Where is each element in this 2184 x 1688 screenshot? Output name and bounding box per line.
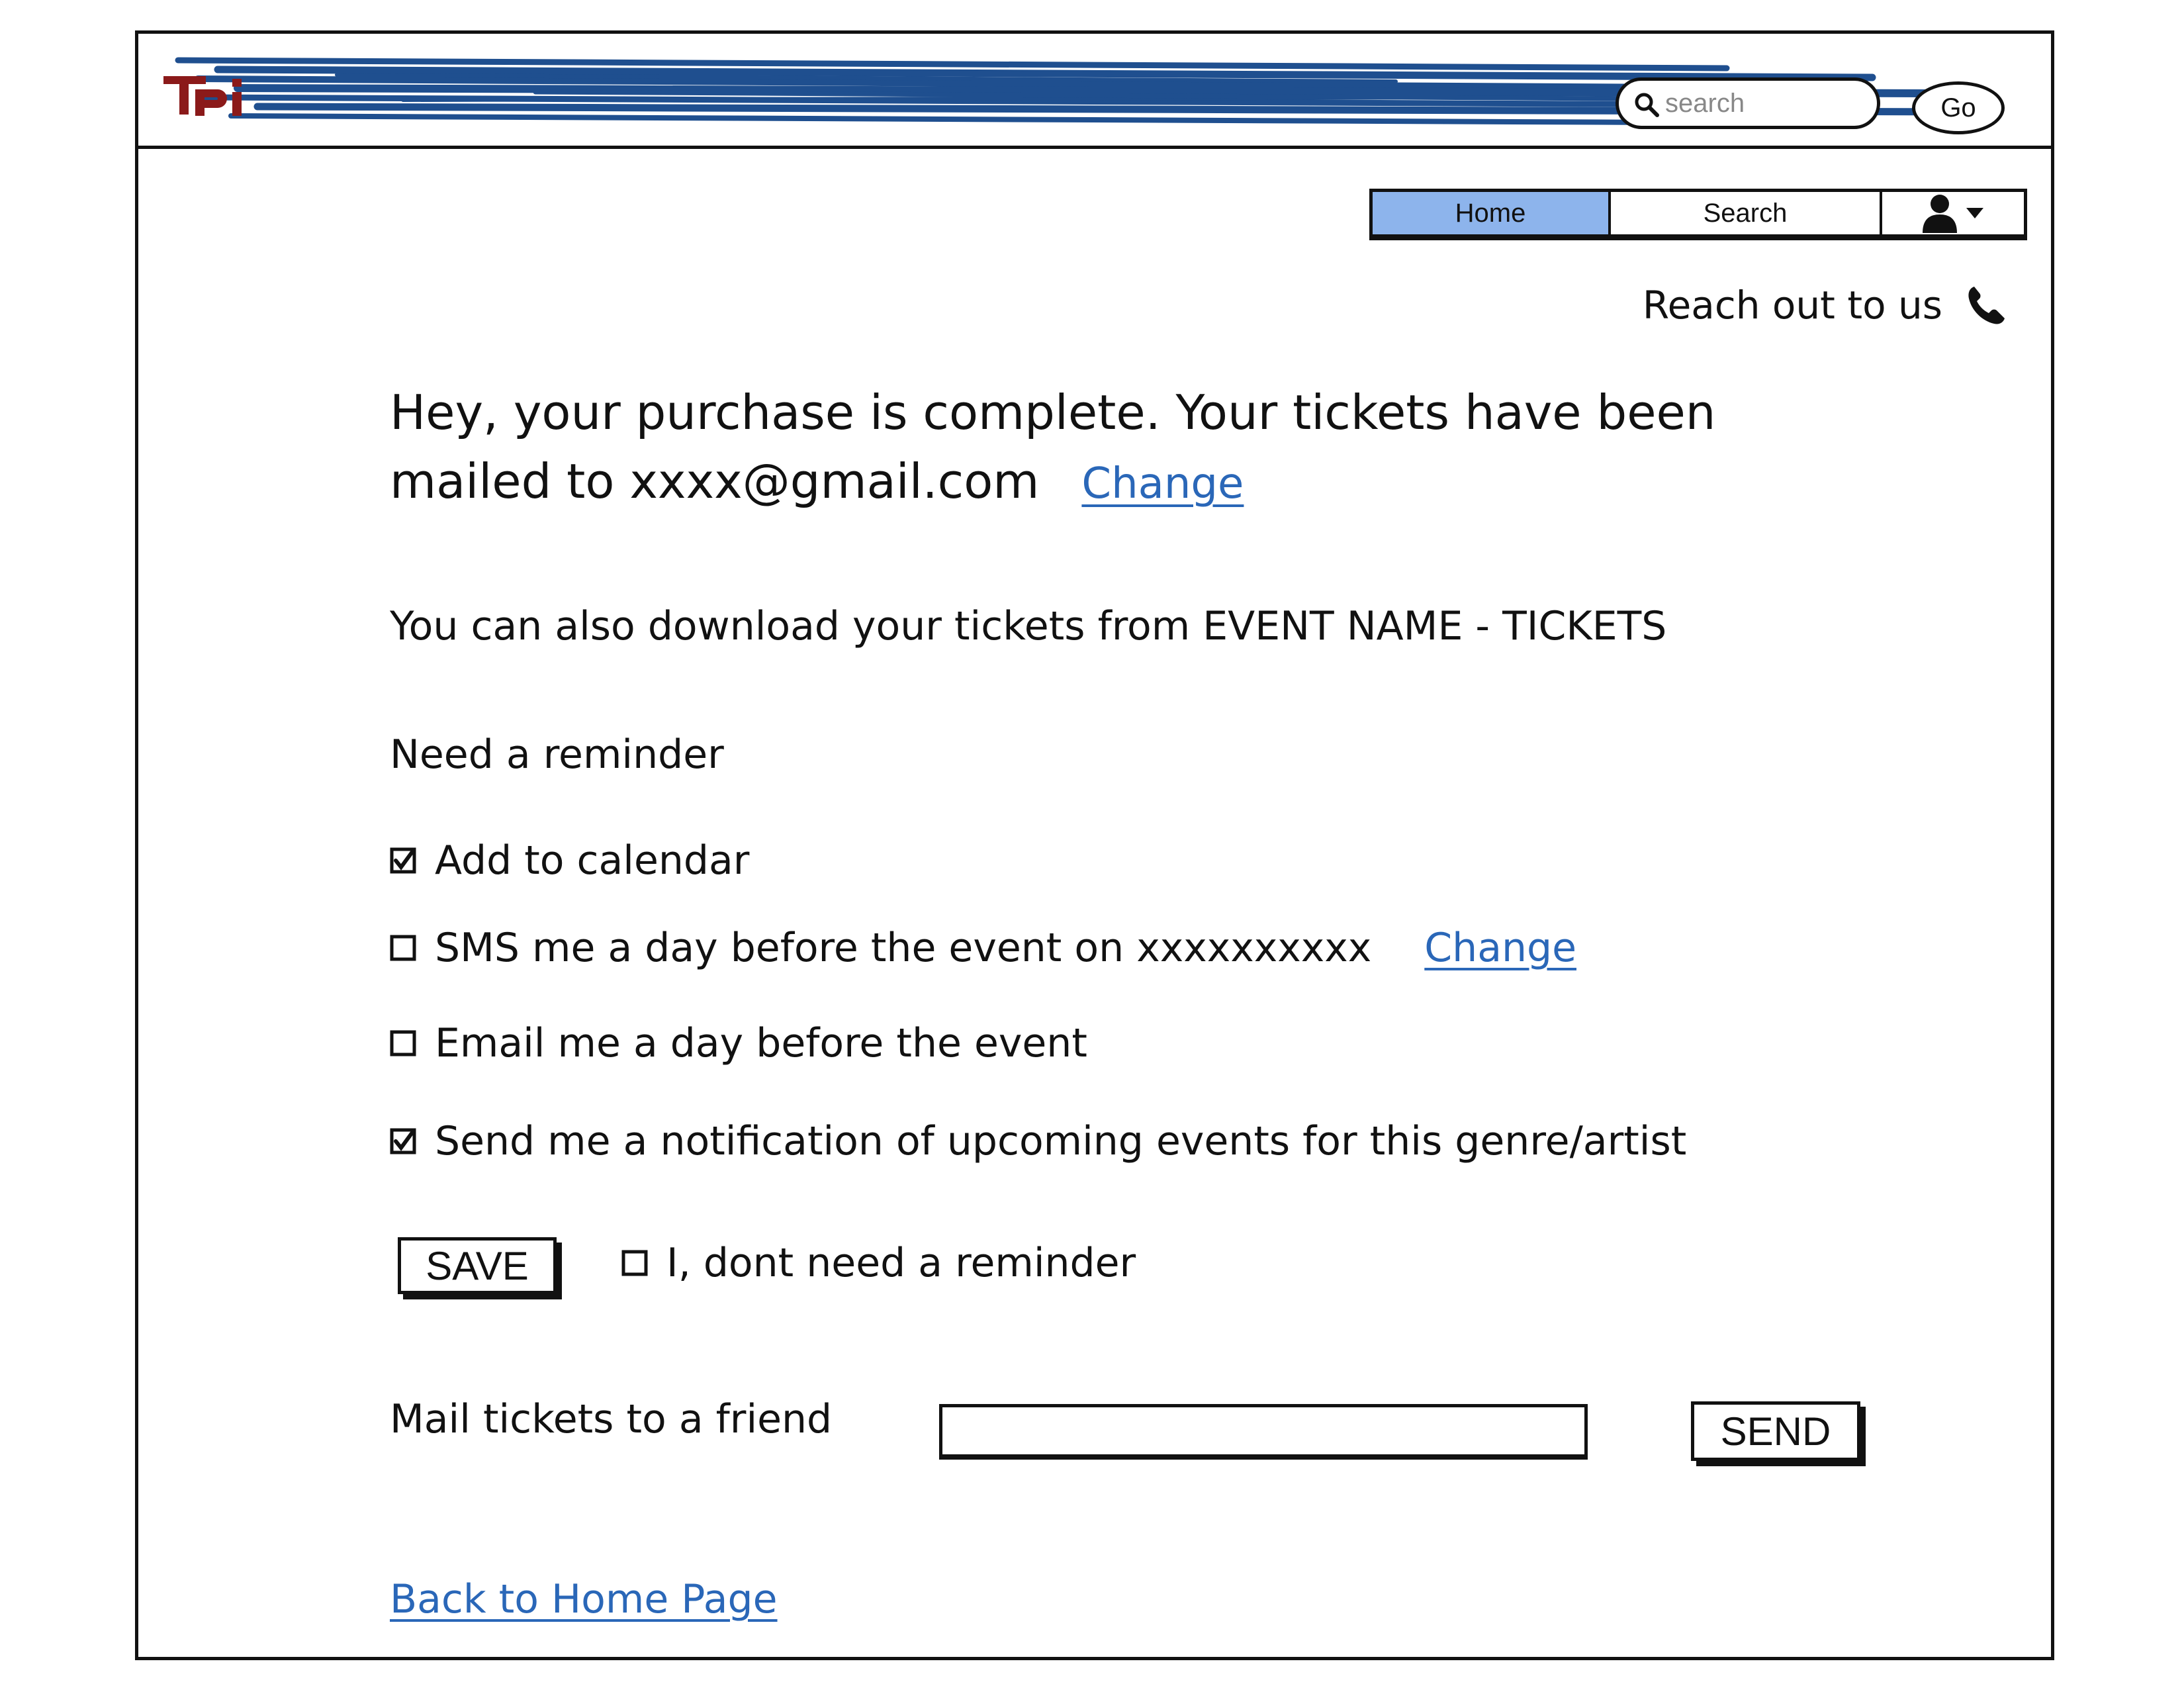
checkbox-unchecked[interactable]: [390, 1030, 416, 1056]
headline-line-1: Hey, your purchase is complete. Your tic…: [390, 385, 1716, 440]
header-search-box[interactable]: [1615, 77, 1880, 129]
save-button[interactable]: SAVE: [398, 1237, 557, 1294]
checkbox-checked[interactable]: [390, 1128, 416, 1154]
option-no-reminder[interactable]: I, dont need a reminder: [621, 1240, 1136, 1286]
main-nav: Home Search: [1369, 189, 2027, 240]
option-label: I, dont need a reminder: [666, 1240, 1136, 1286]
send-button[interactable]: SEND: [1691, 1401, 1860, 1461]
contact-link[interactable]: Reach out to us: [1643, 283, 2007, 328]
confirmation-headline: Hey, your purchase is complete. Your tic…: [390, 378, 1912, 518]
friend-email-input[interactable]: [939, 1404, 1588, 1460]
download-text: You can also download your tickets from …: [390, 603, 1667, 649]
change-phone-link[interactable]: Change: [1424, 925, 1576, 971]
phone-icon: [1968, 287, 2005, 324]
user-icon: [1923, 195, 1957, 233]
option-sms-reminder[interactable]: SMS me a day before the event on xxxxxxx…: [390, 925, 1576, 971]
checkbox-checked[interactable]: [390, 847, 416, 874]
change-email-link[interactable]: Change: [1081, 459, 1244, 508]
option-email-reminder[interactable]: Email me a day before the event: [390, 1020, 1087, 1066]
search-input[interactable]: [1665, 85, 1864, 122]
option-label: SMS me a day before the event on xxxxxxx…: [435, 925, 1372, 971]
browser-window: Go Home Search Reach out to us Hey, your…: [135, 30, 2054, 1660]
checkbox-unchecked[interactable]: [621, 1250, 648, 1276]
search-icon: [1635, 93, 1659, 117]
tab-home[interactable]: Home: [1373, 192, 1611, 234]
tab-search[interactable]: Search: [1611, 192, 1882, 234]
tpi-logo: [163, 76, 242, 116]
checkbox-unchecked[interactable]: [390, 935, 416, 961]
back-to-home-link[interactable]: Back to Home Page: [390, 1576, 778, 1622]
headline-line-2: mailed to xxxx@gmail.com: [390, 453, 1040, 509]
option-notify-upcoming[interactable]: Send me a notification of upcoming event…: [390, 1118, 1686, 1164]
option-label: Send me a notification of upcoming event…: [435, 1118, 1687, 1164]
user-menu-button[interactable]: [1882, 192, 2024, 234]
mail-friend-label: Mail tickets to a friend: [390, 1396, 833, 1442]
go-button[interactable]: Go: [1912, 81, 2005, 134]
option-add-to-calendar[interactable]: Add to calendar: [390, 837, 749, 884]
reminder-heading: Need a reminder: [390, 731, 724, 778]
option-label: Add to calendar: [435, 837, 750, 884]
chevron-down-icon: [1966, 208, 1983, 218]
site-header: Go: [138, 34, 2051, 149]
option-label: Email me a day before the event: [435, 1020, 1087, 1066]
contact-label: Reach out to us: [1642, 283, 1942, 328]
